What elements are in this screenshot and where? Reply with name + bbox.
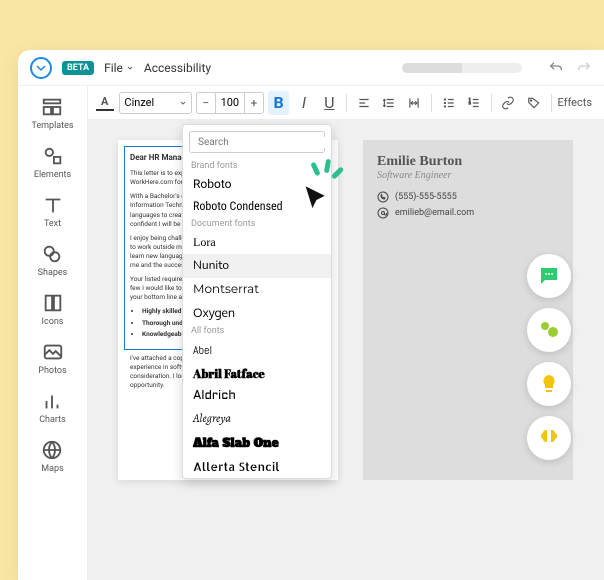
undo-icon[interactable] (548, 60, 564, 76)
font-option[interactable]: Oxygen (183, 301, 331, 324)
numbered-list-button[interactable]: 12 (463, 91, 484, 115)
profile-phone: (555)-555-5555 (377, 191, 559, 203)
sidebar-item-label: Templates (31, 121, 73, 131)
accessibility-menu[interactable]: Accessibility (144, 61, 211, 75)
font-option[interactable]: Aldrich (183, 386, 331, 407)
font-dropdown: Brand fonts Roboto Roboto Condensed Docu… (182, 124, 332, 479)
underline-button[interactable]: U (319, 91, 340, 115)
profile-role: Software Engineer (377, 170, 559, 181)
beta-badge: BETA (62, 61, 94, 75)
align-button[interactable] (353, 91, 374, 115)
text-color-button[interactable]: A (94, 91, 115, 115)
increase-size-button[interactable]: + (245, 96, 263, 110)
font-search[interactable] (189, 131, 325, 153)
bold-button[interactable]: B (268, 91, 289, 115)
font-search-input[interactable] (198, 137, 331, 148)
sidebar-item-templates[interactable]: Templates (31, 96, 73, 131)
chat-chip[interactable] (527, 254, 571, 298)
dropdown-section-all: All fonts (183, 324, 331, 338)
font-option[interactable]: Alfa Slab One (183, 431, 331, 455)
dropdown-section-brand: Brand fonts (183, 159, 331, 173)
chevron-down-icon (126, 64, 134, 72)
tag-button[interactable] (523, 91, 544, 115)
sidebar-item-shapes[interactable]: Shapes (38, 243, 68, 278)
sidebar-item-label: Maps (41, 464, 63, 474)
font-family-value: Cinzel (124, 96, 154, 109)
italic-button[interactable]: I (293, 91, 314, 115)
font-option[interactable]: Allerta Stencil (183, 455, 331, 478)
sidebar: Templates Elements Text Shapes Icons Pho… (18, 86, 88, 580)
sidebar-item-label: Shapes (38, 268, 68, 278)
font-option[interactable]: Alegreya (183, 407, 331, 431)
app-window: BETA File Accessibility Templates Elemen… (18, 50, 604, 580)
profile-name: Emilie Burton (377, 154, 559, 170)
sidebar-item-charts[interactable]: Charts (39, 390, 66, 425)
profile-email-value: emilieb@email.com (395, 208, 474, 218)
profile-panel: Emilie Burton Software Engineer (555)-55… (363, 140, 573, 480)
sidebar-item-label: Text (44, 219, 61, 229)
logo-icon (30, 57, 52, 79)
canvas[interactable]: Brand fonts Roboto Roboto Condensed Docu… (88, 120, 604, 580)
font-option[interactable]: Montserrat (183, 278, 331, 301)
letter-spacing-button[interactable] (404, 91, 425, 115)
svg-text:2: 2 (469, 101, 471, 105)
font-option-selected[interactable]: Nunito (183, 254, 331, 278)
redo-icon[interactable] (576, 60, 592, 76)
cursor-icon (298, 180, 336, 222)
progress-bar (402, 63, 522, 73)
settings-chip[interactable] (527, 308, 571, 352)
bullet-list-button[interactable] (438, 91, 459, 115)
file-menu-label: File (104, 61, 123, 75)
text-toolbar: A Cinzel − 100 + B I U 12 (88, 86, 604, 120)
effects-button[interactable]: Effects (557, 96, 592, 109)
decrease-size-button[interactable]: − (197, 96, 215, 110)
sidebar-item-photos[interactable]: Photos (38, 341, 66, 376)
chevron-down-icon (179, 99, 187, 107)
font-option[interactable]: Abril Fatface (183, 362, 331, 386)
idea-chip[interactable] (527, 362, 571, 406)
profile-phone-value: (555)-555-5555 (395, 192, 457, 202)
sidebar-item-maps[interactable]: Maps (41, 439, 63, 474)
font-size-stepper[interactable]: − 100 + (196, 92, 264, 114)
sidebar-item-icons[interactable]: Icons (42, 292, 64, 327)
sidebar-item-label: Elements (34, 170, 71, 180)
sidebar-item-label: Icons (42, 317, 64, 327)
font-option[interactable]: Abel (183, 338, 331, 362)
font-size-value[interactable]: 100 (215, 93, 245, 113)
topbar: BETA File Accessibility (18, 50, 604, 86)
file-menu[interactable]: File (104, 61, 134, 75)
profile-email: emilieb@email.com (377, 207, 559, 219)
brain-chip[interactable] (527, 416, 571, 460)
sidebar-item-label: Photos (38, 366, 66, 376)
font-option[interactable]: Lora (183, 231, 331, 254)
sidebar-item-text[interactable]: Text (42, 194, 64, 229)
phone-icon (377, 191, 389, 203)
line-height-button[interactable] (378, 91, 399, 115)
font-family-select[interactable]: Cinzel (119, 92, 191, 114)
link-button[interactable] (498, 91, 519, 115)
sidebar-item-label: Charts (39, 415, 66, 425)
sidebar-item-elements[interactable]: Elements (34, 145, 71, 180)
at-icon (377, 207, 389, 219)
